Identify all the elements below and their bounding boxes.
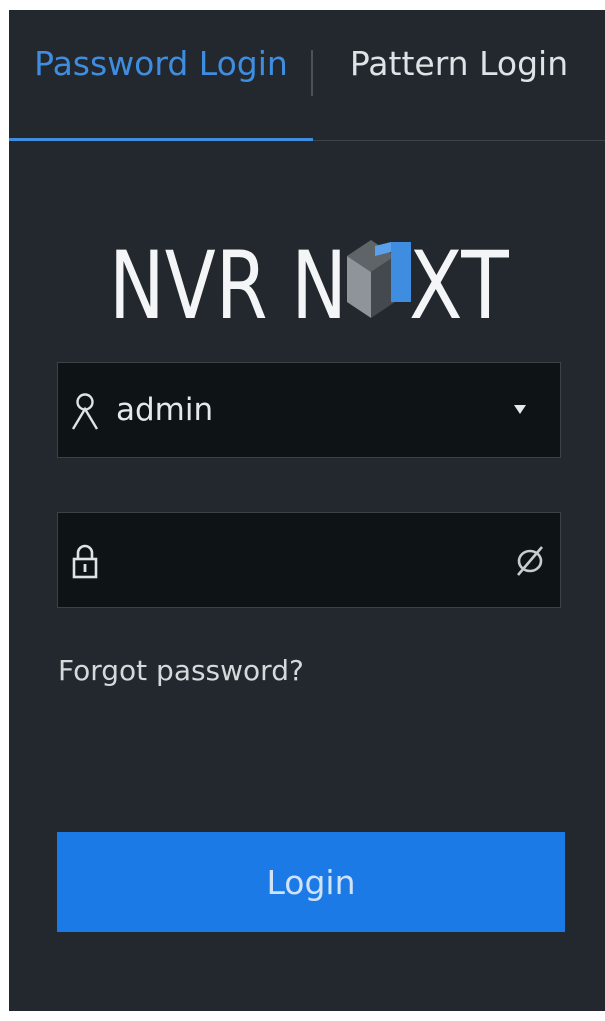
caret-down-icon[interactable] [514, 403, 526, 415]
password-input[interactable] [116, 513, 496, 607]
logo-text-xt: XT [409, 232, 509, 334]
tab-password-login[interactable]: Password Login [9, 10, 313, 116]
login-tabs: Password Login Pattern Login [9, 10, 605, 141]
tab-pattern-login[interactable]: Pattern Login [313, 10, 605, 116]
login-button[interactable]: Login [57, 832, 565, 932]
active-tab-indicator [9, 138, 313, 141]
username-select[interactable]: admin [57, 362, 561, 458]
tab-pattern-login-label: Pattern Login [349, 43, 569, 83]
logo-text-nvr-n: NVR N [109, 232, 347, 334]
tab-password-login-label: Password Login [34, 43, 288, 83]
password-field[interactable] [57, 512, 561, 608]
user-icon [71, 393, 99, 430]
nvr-next-logo: NVR N XT [109, 232, 509, 334]
username-value: admin [116, 392, 214, 428]
lock-icon [72, 544, 98, 579]
forgot-password-link[interactable]: Forgot password? [58, 654, 304, 687]
eye-off-icon[interactable] [512, 543, 548, 579]
login-panel: Password Login Pattern Login NVR N XT ad… [9, 10, 605, 1011]
logo-e-mark [347, 240, 411, 318]
